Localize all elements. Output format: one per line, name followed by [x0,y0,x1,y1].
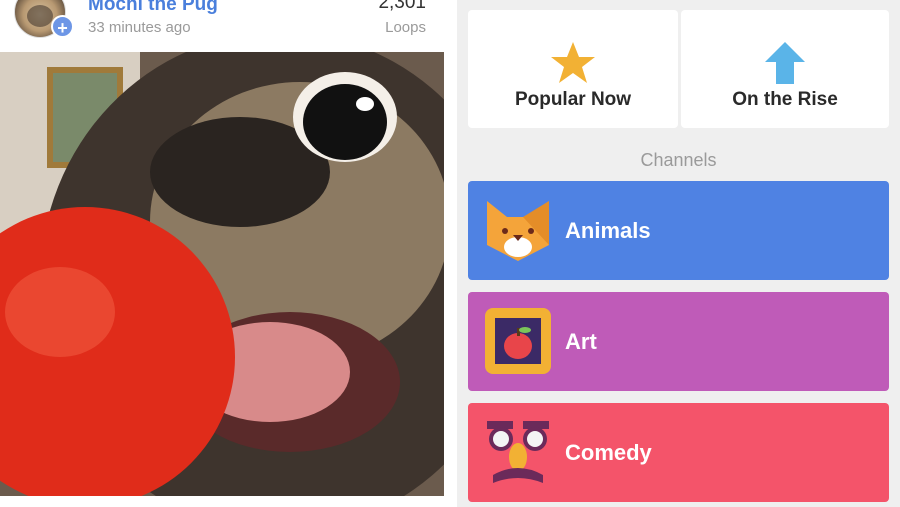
cat-icon [483,195,553,265]
pane-divider [444,0,457,507]
post-time: 33 minutes ago [88,19,191,36]
post-pane: + Mochi the Pug 33 minutes ago 2,301 Loo… [0,0,444,507]
on-the-rise-button[interactable]: On the Rise [681,10,889,128]
popular-now-label: Popular Now [514,89,632,110]
channel-comedy[interactable]: Comedy [468,403,889,502]
follow-plus-icon[interactable]: + [51,15,74,38]
channel-label: Animals [565,218,651,243]
loops-label: Loops [385,19,426,36]
disguise-glasses-icon [483,417,553,487]
video-frame [0,52,444,496]
post-username[interactable]: Mochi the Pug [88,0,218,16]
framed-apple-icon [483,306,553,376]
loops-count: 2,301 [378,0,426,13]
up-arrow-icon [763,40,807,91]
star-icon [550,40,596,91]
channel-art[interactable]: Art [468,292,889,391]
post-header: + Mochi the Pug 33 minutes ago 2,301 Loo… [0,0,444,52]
video-player[interactable] [0,52,444,496]
channel-label: Comedy [565,440,652,465]
channels-heading: Channels [640,150,717,170]
explore-pane: Popular Now On the Rise Channels Animals [457,0,900,507]
channel-label: Art [565,329,597,354]
popular-now-button[interactable]: Popular Now [468,10,678,128]
on-the-rise-label: On the Rise [732,89,838,110]
channel-animals[interactable]: Animals [468,181,889,280]
